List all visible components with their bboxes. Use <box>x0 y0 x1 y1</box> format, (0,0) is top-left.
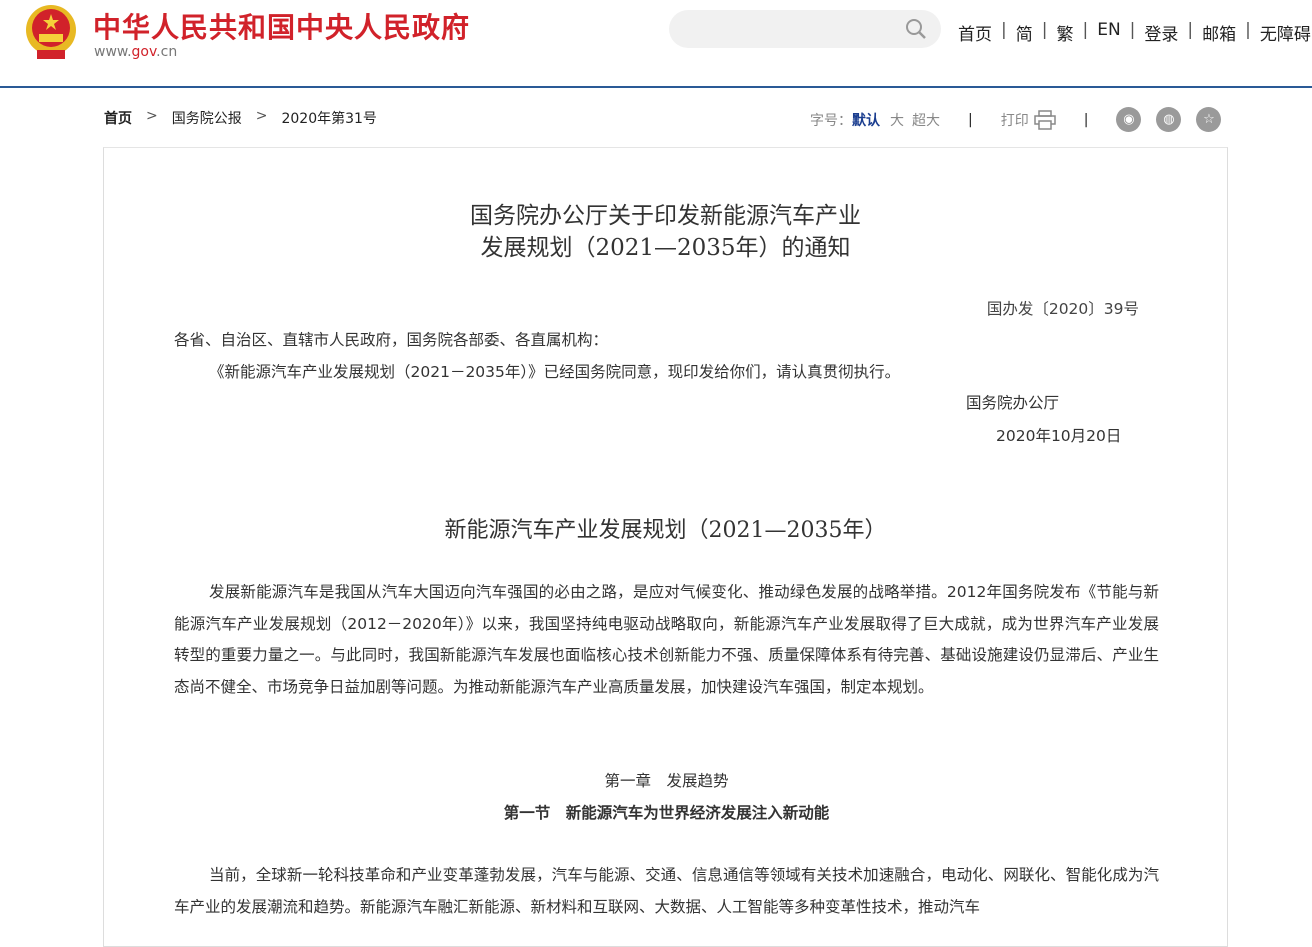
nav-traditional[interactable]: 繁 <box>1056 20 1073 45</box>
site-header: 中华人民共和国中央人民政府 www.gov.cn 首页 | 简 | 繁 | EN | 登… <box>0 0 1312 88</box>
article-title-line1: 国务院办公厅关于印发新能源汽车产业 <box>470 203 861 229</box>
national-emblem-icon[interactable] <box>25 4 77 60</box>
document-number: 国办发〔2020〕39号 <box>986 300 1139 318</box>
url-part: www. <box>94 44 132 60</box>
search-icon[interactable] <box>905 18 927 40</box>
plan-title: 新能源汽车产业发展规划（2021—2035年） <box>444 518 887 543</box>
issuer: 国务院办公厅 <box>966 394 1060 412</box>
article-container: 国务院办公厅关于印发新能源汽车产业 发展规划（2021—2035年）的通知 国办… <box>103 147 1228 947</box>
article-title-line2: 发展规划（2021—2035年）的通知 <box>480 235 851 261</box>
favorite-star-icon[interactable]: ☆ <box>1196 107 1222 132</box>
breadcrumb: 首页 > 国务院公报 > 2020年第31号 <box>104 108 377 128</box>
nav-simplified[interactable]: 简 <box>1016 20 1033 45</box>
url-part: .cn <box>156 44 178 60</box>
print-button[interactable]: 打印 <box>1001 110 1029 130</box>
breadcrumb-issue[interactable]: 2020年第31号 <box>281 108 376 128</box>
nav-accessibility[interactable]: 无障碍 <box>1260 20 1311 45</box>
nav-mail[interactable]: 邮箱 <box>1202 20 1236 45</box>
paragraph: 当前，全球新一轮科技革命和产业变革蓬勃发展，汽车与能源、交通、信息通信等领域有关… <box>174 866 1159 916</box>
section-heading: 第一节 新能源汽车为世界经济发展注入新动能 <box>503 804 830 822</box>
breadcrumb-home[interactable]: 首页 <box>104 108 132 128</box>
url-part: gov <box>131 44 157 60</box>
chevron-right-icon: > <box>255 108 268 124</box>
site-title[interactable]: 中华人民共和国中央人民政府 <box>93 6 470 46</box>
font-default-button[interactable]: 默认 <box>852 110 880 130</box>
font-large-button[interactable]: 大 <box>890 110 904 130</box>
addressee: 各省、自治区、直辖市人民政府，国务院各部委、各直属机构： <box>174 331 609 349</box>
weibo-share-icon[interactable]: ◉ <box>1116 107 1142 132</box>
issue-date: 2020年10月20日 <box>996 427 1122 445</box>
nav-english[interactable]: EN <box>1097 20 1120 45</box>
nav-login[interactable]: 登录 <box>1144 20 1178 45</box>
notice-body: 《新能源汽车产业发展规划（2021－2035年）》已经国务院同意，现印发给你们，… <box>209 363 901 381</box>
top-nav: 首页 | 简 | 繁 | EN | 登录 | 邮箱 | 无障碍 <box>958 20 1311 45</box>
divider: | <box>968 111 973 128</box>
search-input[interactable] <box>669 10 941 48</box>
font-xlarge-button[interactable]: 超大 <box>912 110 940 130</box>
printer-icon[interactable] <box>1033 109 1056 130</box>
wechat-share-icon[interactable]: ◍ <box>1156 107 1182 132</box>
font-size-label: 字号： <box>810 112 852 129</box>
site-url: www.gov.cn <box>94 44 177 60</box>
article-tools: 字号： 默认 大 超大 | 打印 | ◉ ◍ ☆ <box>810 107 1222 132</box>
chevron-right-icon: > <box>146 108 158 124</box>
chapter-heading: 第一章 发展趋势 <box>604 772 729 790</box>
divider: | <box>1083 111 1089 128</box>
nav-home[interactable]: 首页 <box>958 20 992 45</box>
breadcrumb-bulletin[interactable]: 国务院公报 <box>172 108 242 128</box>
paragraph: 发展新能源汽车是我国从汽车大国迈向汽车强国的必由之路，是应对气候变化、推动绿色发… <box>174 583 1159 696</box>
